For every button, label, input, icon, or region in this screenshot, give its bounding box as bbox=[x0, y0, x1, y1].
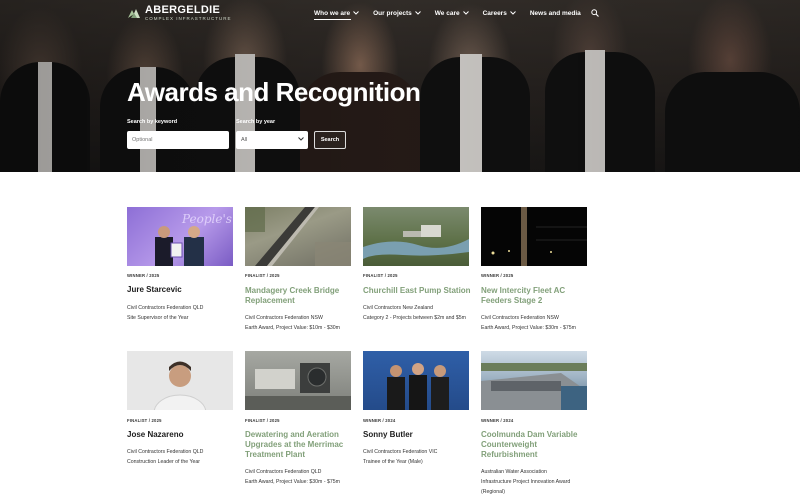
logo-tagline: COMPLEX INFRASTRUCTURE bbox=[145, 16, 232, 21]
award-category: Trainee of the Year (Male) bbox=[363, 459, 423, 465]
nav-label: News and media bbox=[529, 9, 581, 17]
nav-label: Who we are bbox=[314, 9, 351, 17]
award-organization: Civil Contractors Federation NSW bbox=[245, 315, 323, 321]
award-title[interactable]: Dewatering and Aeration Upgrades at the … bbox=[245, 430, 349, 460]
award-title[interactable]: Coolmunda Dam Variable Counterweight Ref… bbox=[481, 430, 585, 460]
award-category: Earth Award, Project Value: $10m - $30m bbox=[245, 325, 340, 331]
award-photo-art bbox=[481, 363, 587, 410]
award-category: Earth Award, Project Value: $30m - $75m bbox=[481, 325, 576, 331]
year-select-value: All bbox=[241, 137, 248, 143]
award-organization: Civil Contractors Federation QLD bbox=[245, 469, 322, 475]
award-card[interactable] bbox=[245, 351, 351, 410]
award-category: Category 2 - Projects between $2m and $5… bbox=[363, 315, 466, 321]
award-card[interactable] bbox=[481, 207, 587, 266]
page-title: Awards and Recognition bbox=[127, 77, 421, 107]
award-status-badge: FINALIST / 2025 bbox=[245, 273, 280, 278]
award-title[interactable]: Jure Starcevic bbox=[127, 285, 249, 295]
award-status-badge: WINNER / 2024 bbox=[481, 418, 514, 423]
award-photo-art bbox=[153, 361, 207, 410]
keyword-field[interactable] bbox=[127, 131, 229, 149]
award-photo-art bbox=[245, 207, 351, 266]
award-photo[interactable] bbox=[481, 207, 587, 266]
nav-item-our-projects[interactable]: Our projects bbox=[373, 10, 421, 17]
hero-banner: ABERGELDIE COMPLEX INFRASTRUCTURE Who we… bbox=[0, 0, 800, 172]
nav-label: We care bbox=[434, 9, 460, 17]
award-organization: Civil Contractors New Zealand bbox=[363, 305, 434, 311]
award-photo[interactable]: People's bbox=[127, 207, 233, 266]
award-photo-art bbox=[245, 363, 351, 410]
award-status-badge: WINNER / 2025 bbox=[481, 273, 514, 278]
award-title[interactable]: Jose Nazareno bbox=[127, 430, 249, 440]
award-category: Earth Award, Project Value: $30m - $75m bbox=[245, 479, 340, 485]
award-card[interactable] bbox=[481, 351, 587, 410]
nav-label: Our projects bbox=[373, 9, 412, 17]
award-title[interactable]: Churchill East Pump Station bbox=[363, 286, 485, 296]
logo-name: ABERGELDIE bbox=[145, 4, 221, 16]
award-card[interactable] bbox=[127, 351, 233, 410]
award-photo[interactable] bbox=[245, 207, 351, 266]
nav-label: Careers bbox=[482, 9, 507, 17]
award-title[interactable]: Mandagery Creek Bridge Replacement bbox=[245, 286, 353, 306]
year-select[interactable]: All bbox=[236, 131, 308, 149]
award-photo[interactable] bbox=[481, 351, 587, 410]
award-card[interactable] bbox=[363, 207, 469, 266]
award-category: Site Supervisor of the Year bbox=[127, 315, 189, 321]
svg-text:People's: People's bbox=[181, 212, 232, 226]
chevron-down-icon bbox=[414, 11, 421, 15]
award-photo[interactable] bbox=[127, 351, 233, 410]
award-photo[interactable] bbox=[245, 351, 351, 410]
award-title[interactable]: Sonny Butler bbox=[363, 430, 485, 440]
award-photo[interactable] bbox=[363, 351, 469, 410]
chevron-down-icon bbox=[353, 11, 359, 15]
award-status-badge: WINNER / 2024 bbox=[363, 418, 396, 423]
award-organization: Civil Contractors Federation NSW bbox=[481, 315, 559, 321]
award-photo-art bbox=[491, 207, 587, 266]
nav-item-news-and-media[interactable]: News and media bbox=[530, 10, 581, 17]
chevron-down-icon bbox=[509, 11, 516, 15]
keyword-search-input[interactable] bbox=[132, 137, 229, 143]
award-photo-art bbox=[387, 363, 449, 410]
award-organization: Civil Contractors Federation VIC bbox=[363, 449, 438, 455]
chevron-down-icon bbox=[462, 11, 469, 15]
award-card[interactable] bbox=[245, 207, 351, 266]
award-photo[interactable] bbox=[363, 207, 469, 266]
award-organization: Civil Contractors Federation QLD bbox=[127, 305, 204, 311]
nav-item-who-we-are[interactable]: Who we are bbox=[314, 9, 359, 20]
main-nav: Who we are Our projects We care Careers … bbox=[314, 9, 599, 20]
award-category: Construction Leader of the Year bbox=[127, 459, 200, 465]
company-logo[interactable]: ABERGELDIE COMPLEX INFRASTRUCTURE bbox=[127, 5, 232, 22]
award-photo-art bbox=[363, 225, 469, 259]
award-status-badge: FINALIST / 2025 bbox=[127, 418, 162, 423]
award-card[interactable]: People's bbox=[127, 207, 233, 266]
award-organization: Australian Water Association bbox=[481, 469, 547, 475]
keyword-label: Search by keyword bbox=[127, 119, 178, 125]
award-organization: Civil Contractors Federation QLD bbox=[127, 449, 204, 455]
logo-mark-icon bbox=[128, 9, 140, 19]
search-button[interactable]: Search bbox=[314, 131, 346, 149]
award-category: Infrastructure Project Innovation Award … bbox=[481, 479, 571, 495]
award-status-badge: WINNER / 2025 bbox=[127, 273, 160, 278]
award-card[interactable] bbox=[363, 351, 469, 410]
award-title[interactable]: New Intercity Fleet AC Feeders Stage 2 bbox=[481, 286, 581, 306]
year-label: Search by year bbox=[236, 119, 276, 125]
award-status-badge: FINALIST / 2025 bbox=[363, 273, 398, 278]
award-status-badge: FINALIST / 2025 bbox=[245, 418, 280, 423]
search-icon[interactable] bbox=[591, 9, 599, 17]
award-photo-art: People's bbox=[155, 212, 232, 266]
nav-item-careers[interactable]: Careers bbox=[483, 10, 516, 17]
nav-item-we-care[interactable]: We care bbox=[435, 10, 469, 17]
chevron-down-icon bbox=[298, 137, 304, 141]
